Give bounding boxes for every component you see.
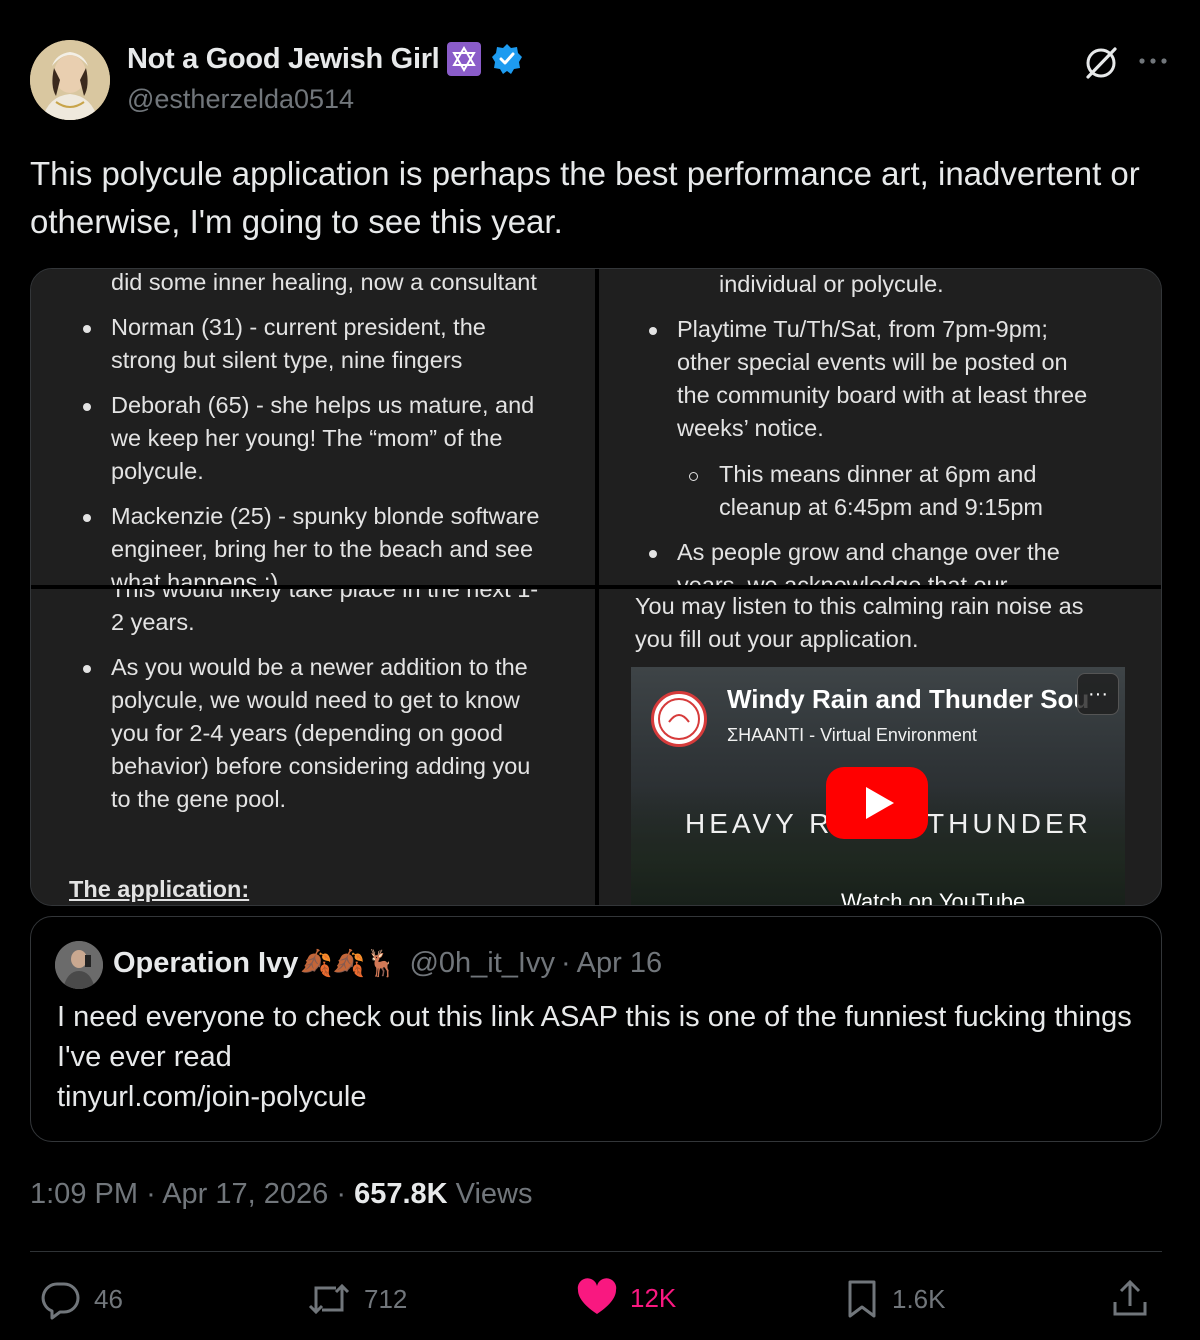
doc-line: you fill out your application.	[635, 626, 919, 652]
author-name-row: Not a Good Jewish Girl	[127, 42, 523, 76]
quoted-tweet[interactable]: Operation Ivy 🍂🍂🦌 @0h_it_Ivy · Apr 16 I …	[30, 916, 1162, 1142]
doc-heading: The application:	[69, 876, 250, 902]
quoted-tweet-body: I need everyone to check out this link A…	[57, 1001, 1132, 1073]
views-count: 657.8K	[354, 1178, 448, 1210]
doc-line: Playtime Tu/Th/Sat, from 7pm-9pm;	[677, 316, 1048, 342]
divider	[30, 1251, 1162, 1252]
reply-button[interactable]: 46	[40, 1278, 123, 1320]
doc-line: Deborah (65) - she helps us mature, and	[111, 392, 535, 418]
doc-line: As you would be a newer addition to the	[111, 654, 528, 680]
doc-line: This would likely take place in the next…	[111, 589, 539, 602]
separator: ·	[146, 1178, 156, 1210]
views-label: Views	[455, 1178, 533, 1210]
play-button[interactable]	[826, 767, 928, 839]
doc-line: behavior) before considering adding you	[111, 753, 531, 779]
bookmark-button[interactable]: 1.6K	[844, 1278, 946, 1320]
star-of-david-icon	[447, 42, 482, 76]
reply-icon	[41, 1282, 80, 1320]
share-button[interactable]	[1110, 1278, 1150, 1320]
doc-line: years, we acknowledge that our	[677, 572, 1008, 585]
media-image-2[interactable]: individual or polycule. Playtime Tu/Th/S…	[599, 269, 1161, 585]
media-image-3[interactable]: This would likely take place in the next…	[31, 589, 595, 905]
doc-line: 2 years.	[111, 609, 195, 635]
avatar-portrait-icon	[30, 40, 110, 120]
bookmark-count: 1.6K	[892, 1283, 946, 1314]
video-overlay-text-right: THUNDER	[927, 808, 1092, 839]
video-channel[interactable]: ΣHAANTI - Virtual Environment	[727, 719, 977, 752]
doc-line: to the gene pool.	[111, 786, 287, 812]
quoted-tweet-link[interactable]: tinyurl.com/join-polycule	[57, 1077, 1137, 1117]
heart-icon	[577, 1278, 617, 1314]
doc-line: individual or polycule.	[719, 271, 944, 297]
bullet-icon	[649, 550, 657, 558]
quoted-author-avatar[interactable]	[55, 941, 103, 989]
doc-line: we keep her young! The “mom” of the	[111, 425, 503, 451]
quoted-tweet-text: I need everyone to check out this link A…	[57, 997, 1137, 1117]
grok-icon[interactable]	[1082, 44, 1120, 82]
bullet-icon	[649, 327, 657, 335]
author-avatar[interactable]	[30, 40, 110, 120]
share-icon	[1113, 1279, 1147, 1316]
bullet-icon	[83, 514, 91, 522]
reply-count: 46	[94, 1283, 123, 1314]
leaves-deer-emoji-icon: 🍂🍂🦌	[300, 948, 398, 978]
media-image-4[interactable]: You may listen to this calming rain nois…	[599, 589, 1161, 905]
doc-line: strong but silent type, nine fingers	[111, 347, 463, 373]
tweet-text: This polycule application is perhaps the…	[30, 155, 1140, 240]
more-options-icon[interactable]	[1136, 46, 1170, 76]
media-grid: did some inner healing, now a consultant…	[30, 268, 1162, 906]
video-more-button[interactable]: ···	[1077, 673, 1119, 715]
doc-line: Norman (31) - current president, the	[111, 314, 486, 340]
doc-line: This means dinner at 6pm and	[719, 461, 1037, 487]
quoted-author-handle[interactable]: @0h_it_Ivy	[409, 947, 555, 980]
like-count: 12K	[630, 1282, 677, 1313]
play-icon	[866, 787, 894, 819]
tweet-date[interactable]: Apr 17, 2026	[162, 1178, 328, 1210]
tweet-header: Not a Good Jewish Girl @estherzelda0514	[30, 40, 1170, 122]
doc-line: polycule, we would need to get to know	[111, 687, 520, 713]
quoted-tweet-header: Operation Ivy 🍂🍂🦌 @0h_it_Ivy · Apr 16	[113, 947, 662, 980]
doc-line: did some inner healing, now a consultant	[111, 269, 537, 295]
quoted-tweet-date[interactable]: Apr 16	[577, 947, 662, 980]
tweet-meta: 1:09 PM · Apr 17, 2026 · 657.8K Views	[30, 1178, 533, 1211]
grid-divider	[31, 585, 1161, 589]
action-bar: 46 712 12K 1.6K	[30, 1278, 1162, 1328]
doc-line: other special events will be posted on	[677, 349, 1068, 375]
bullet-icon	[83, 325, 91, 333]
avatar-photo-icon	[55, 941, 103, 989]
bullet-icon	[83, 665, 91, 673]
bookmark-icon	[848, 1280, 876, 1318]
tweet-time[interactable]: 1:09 PM	[30, 1178, 138, 1210]
doc-line: engineer, bring her to the beach and see	[111, 536, 534, 562]
repost-count: 712	[364, 1283, 408, 1314]
author-display-name[interactable]: Not a Good Jewish Girl	[127, 43, 440, 76]
doc-line: weeks’ notice.	[677, 415, 824, 441]
media-image-1[interactable]: did some inner healing, now a consultant…	[31, 269, 595, 585]
doc-line: polycule.	[111, 458, 204, 484]
bullet-icon	[83, 403, 91, 411]
author-handle[interactable]: @estherzelda0514	[127, 84, 354, 115]
doc-line: the community board with at least three	[677, 382, 1088, 408]
separator: ·	[336, 1178, 347, 1210]
separator: ·	[560, 947, 571, 979]
repost-icon	[308, 1283, 350, 1315]
verified-badge-icon[interactable]	[491, 43, 523, 75]
watch-on-youtube-link[interactable]: Watch on YouTube	[841, 885, 1025, 905]
doc-line: you for 2-4 years (depending on good	[111, 720, 503, 746]
youtube-embed[interactable]: Windy Rain and Thunder Sou ΣHAANTI - Vir…	[631, 667, 1125, 905]
doc-line: Mackenzie (25) - spunky blonde software	[111, 503, 540, 529]
video-title[interactable]: Windy Rain and Thunder Sou	[727, 683, 1089, 716]
doc-line: As people grow and change over the	[677, 539, 1060, 565]
doc-line: cleanup at 6:45pm and 9:15pm	[719, 494, 1044, 520]
doc-line: You may listen to this calming rain nois…	[635, 593, 1084, 619]
quoted-author-name[interactable]: Operation Ivy	[113, 947, 298, 980]
sub-bullet-icon	[689, 472, 698, 481]
channel-logo-icon[interactable]	[651, 691, 707, 747]
like-button[interactable]: 12K	[576, 1278, 676, 1318]
repost-button[interactable]: 712	[306, 1278, 407, 1320]
doc-line: what happens :)	[111, 569, 279, 585]
